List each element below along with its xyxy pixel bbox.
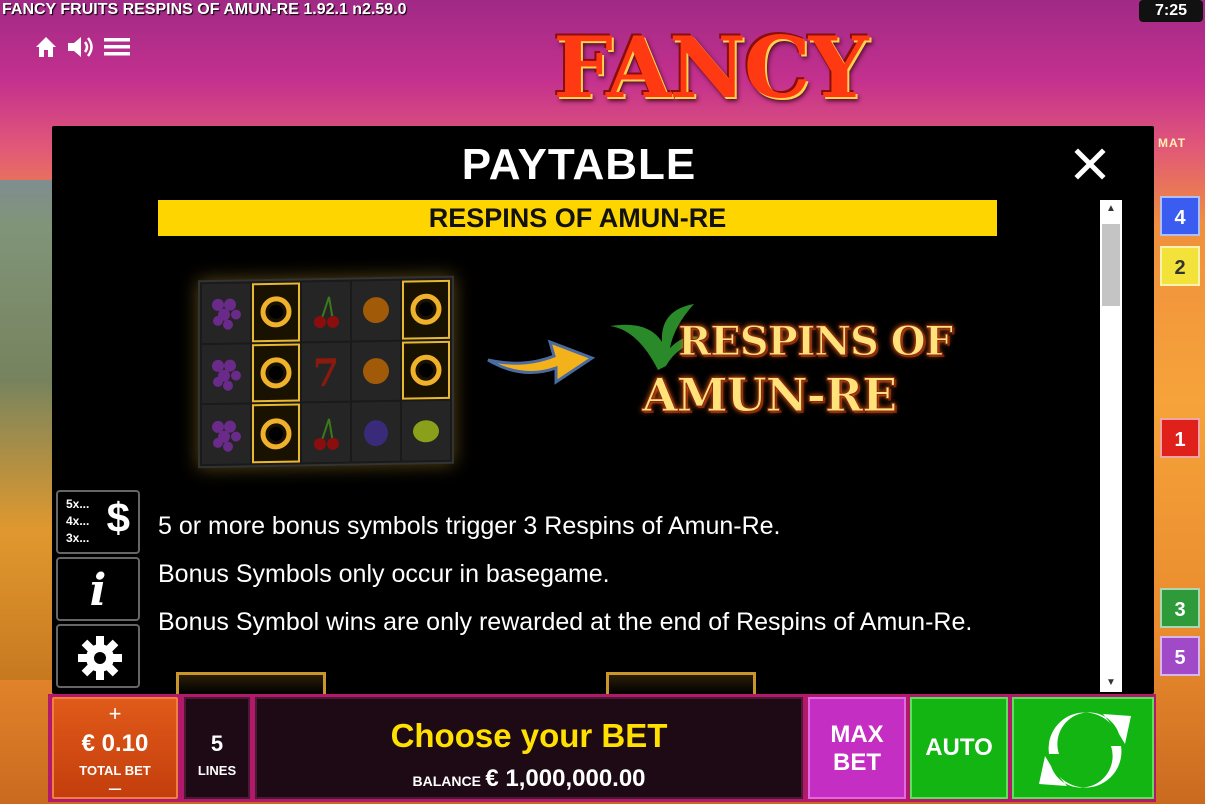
paytable-modal: PAYTABLE RESPINS OF AMUN-RE ▲ ▼ 7 RESPIN… (52, 126, 1154, 694)
section-title: RESPINS OF AMUN-RE (158, 200, 997, 236)
respins-of-amun-re-logo: RESPINS OF AMUN-RE (608, 292, 958, 438)
svg-text:7: 7 (313, 350, 339, 395)
plum-symbol (352, 402, 400, 462)
orange-symbol (352, 341, 400, 401)
gear-icon (78, 636, 122, 680)
info-line-2: Bonus Symbols only occur in basegame. (158, 560, 610, 588)
lines-display: 5 LINES (184, 697, 250, 799)
scroll-thumb[interactable] (1102, 224, 1120, 306)
lines-label: LINES (197, 763, 237, 778)
multiplier-item: 3x... (66, 531, 90, 545)
bonus-symbol (402, 340, 450, 401)
scroll-up-arrow-icon[interactable]: ▲ (1100, 200, 1122, 218)
line-marker-2: 2 (1160, 246, 1200, 286)
game-version-label: FANCY FRUITS RESPINS OF AMUN-RE 1.92.1 n… (2, 1, 407, 18)
background-decoration (0, 180, 52, 680)
cherry-symbol (302, 402, 350, 463)
line-marker-label: 5 (1174, 647, 1186, 669)
clock: 7:25 (1139, 0, 1203, 22)
symbol-frame-partial (606, 672, 756, 694)
line-marker-3: 3 (1160, 588, 1200, 628)
grapes-symbol (202, 343, 250, 404)
bonus-symbol (252, 282, 300, 342)
lines-value: 5 (210, 731, 224, 756)
respins-logo-line2: AMUN-RE (641, 368, 897, 423)
close-button[interactable] (1070, 144, 1110, 184)
seven-symbol: 7 (302, 342, 350, 402)
background-label: MAT (1158, 136, 1187, 150)
max-bet-label-line1: MAX (830, 721, 884, 748)
balance-label: BALANCE (412, 773, 481, 789)
orange-symbol (352, 280, 400, 341)
line-marker-label: 4 (1174, 207, 1186, 229)
line-marker-5: 5 (1160, 636, 1200, 676)
scroll-down-arrow-icon[interactable]: ▼ (1100, 674, 1122, 692)
bonus-symbol (252, 343, 300, 403)
total-bet-value: € 0.10 (81, 730, 149, 757)
spin-arrows-icon (1039, 712, 1131, 788)
line-marker-1: 1 (1160, 418, 1200, 458)
line-marker-label: 3 (1174, 599, 1186, 621)
line-marker-label: 2 (1174, 257, 1186, 279)
respins-logo-line1: RESPINS OF (677, 318, 953, 366)
bet-display: Choose your BET BALANCE € 1,000,000.00 (255, 697, 803, 799)
arrow-right-icon (484, 330, 598, 390)
multiplier-list: 5x... 4x... 3x... (66, 496, 89, 547)
spin-button[interactable] (1012, 697, 1154, 799)
info-button[interactable]: i (56, 557, 140, 621)
settings-button[interactable] (56, 624, 140, 688)
paytable-title: PAYTABLE (461, 140, 697, 189)
bonus-symbol (402, 279, 450, 340)
paytable-button[interactable]: 5x... 4x... 3x... $ (56, 490, 140, 554)
grapes-symbol (202, 283, 250, 343)
balance-row: BALANCE € 1,000,000.00 (257, 765, 801, 793)
auto-label: AUTO (925, 734, 993, 761)
choose-bet-message: Choose your BET (390, 717, 668, 754)
grapes-symbol (202, 404, 250, 465)
symbol-frame-partial (176, 672, 326, 694)
total-bet-control: + € 0.10 TOTAL BET – (52, 697, 178, 799)
multiplier-item: 5x... (66, 497, 90, 511)
info-line-3: Bonus Symbol wins are only rewarded at t… (158, 608, 973, 636)
scrollbar[interactable]: ▲ ▼ (1100, 200, 1122, 692)
increase-bet-button[interactable]: + (54, 703, 176, 725)
menu-icon[interactable] (104, 36, 130, 63)
close-icon (1074, 148, 1106, 180)
reels-illustration: 7 (198, 275, 454, 469)
top-icons (34, 34, 130, 65)
multiplier-item: 4x... (66, 514, 90, 528)
max-bet-button[interactable]: MAX BET (808, 697, 906, 799)
auto-button[interactable]: AUTO (910, 697, 1008, 799)
lemon-symbol (402, 401, 450, 461)
cherry-symbol (302, 281, 350, 342)
dollar-icon: $ (106, 494, 130, 541)
info-icon: i (89, 565, 107, 616)
bonus-symbol (252, 403, 300, 464)
home-icon[interactable] (34, 35, 58, 64)
info-line-1: 5 or more bonus symbols trigger 3 Respin… (158, 512, 781, 540)
game-logo: FANCY FRUITS (533, 18, 888, 217)
decrease-bet-button[interactable]: – (54, 777, 176, 799)
line-marker-label: 1 (1174, 429, 1186, 451)
line-marker-4: 4 (1160, 196, 1200, 236)
max-bet-label-line2: BET (833, 749, 881, 776)
balance-value: € 1,000,000.00 (485, 765, 646, 792)
sound-icon[interactable] (66, 34, 96, 65)
